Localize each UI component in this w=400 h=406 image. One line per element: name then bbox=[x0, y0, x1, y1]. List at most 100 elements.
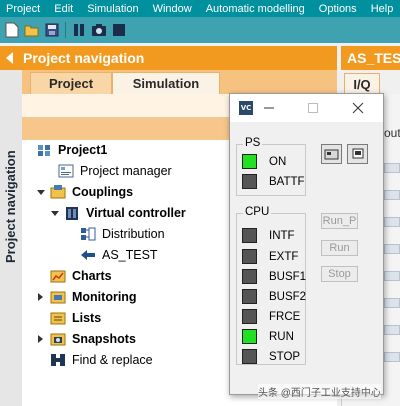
io-table-cell[interactable] bbox=[384, 163, 400, 173]
new-icon[interactable] bbox=[4, 22, 20, 38]
tree-item-as-test[interactable]: AS_TEST bbox=[80, 245, 158, 265]
menu-automatic-modelling[interactable]: Automatic modelling bbox=[199, 3, 312, 15]
toolbar-separator bbox=[65, 22, 66, 38]
virtual-controller-icon bbox=[64, 205, 80, 221]
led-label-stop: STOP bbox=[269, 351, 301, 363]
collapse-left-icon[interactable] bbox=[6, 52, 13, 64]
ps-group-label: PS bbox=[243, 137, 263, 149]
as-test-title: AS_TEST bbox=[347, 50, 400, 66]
tree-item-virtual-controller[interactable]: Virtual controller bbox=[50, 203, 186, 223]
tab-project[interactable]: Project bbox=[30, 72, 112, 94]
tree-item-project1[interactable]: Project1 bbox=[22, 140, 107, 160]
tree-item-monitoring[interactable]: Monitoring bbox=[36, 287, 137, 307]
project-manager-icon bbox=[58, 163, 74, 179]
tree-item-label: Distribution bbox=[102, 227, 165, 241]
led-label-busf1: BUSF1 bbox=[269, 271, 307, 283]
project-navigation-title: Project navigation bbox=[23, 50, 145, 66]
led-intf-indicator bbox=[242, 228, 257, 243]
side-tab-label: Project navigation bbox=[3, 150, 18, 263]
stop-icon[interactable] bbox=[111, 22, 127, 38]
expand-icon[interactable] bbox=[36, 182, 45, 202]
menu-project[interactable]: Project bbox=[0, 3, 47, 15]
led-label-on: ON bbox=[269, 156, 287, 168]
charts-icon bbox=[50, 268, 66, 284]
as-test-header: AS_TEST bbox=[341, 46, 400, 70]
led-label-intf: INTF bbox=[269, 230, 295, 242]
tree-item-label: Couplings bbox=[72, 185, 134, 199]
led-label-run: RUN bbox=[269, 331, 294, 343]
menu-bar: Project Edit Simulation Window Automatic… bbox=[0, 0, 400, 17]
menu-window[interactable]: Window bbox=[146, 3, 199, 15]
tree-item-snapshots[interactable]: Snapshots bbox=[36, 329, 136, 349]
run-button[interactable]: Run bbox=[321, 240, 358, 256]
monitoring-icon bbox=[50, 289, 66, 305]
tree-item-label: Find & replace bbox=[72, 353, 153, 367]
tab-simulation[interactable]: Simulation bbox=[112, 72, 220, 94]
tree-item-label: Monitoring bbox=[72, 290, 137, 304]
expand-icon[interactable] bbox=[36, 329, 45, 349]
tree-item-lists[interactable]: Lists bbox=[50, 308, 101, 328]
maximize-button[interactable] bbox=[304, 99, 322, 117]
expand-icon[interactable] bbox=[36, 287, 45, 307]
led-battf-indicator bbox=[242, 174, 257, 189]
stop-button[interactable]: Stop bbox=[321, 266, 358, 282]
cpu-group-label: CPU bbox=[243, 206, 272, 218]
io-table-cell[interactable] bbox=[384, 190, 400, 200]
find-replace-icon bbox=[50, 352, 66, 368]
expand-icon[interactable] bbox=[50, 203, 59, 223]
tree-item-label: Lists bbox=[72, 311, 102, 325]
tree-item-project-manager[interactable]: Project manager bbox=[58, 161, 172, 181]
led-extf-indicator bbox=[242, 249, 257, 264]
led-frce-indicator bbox=[242, 309, 257, 324]
led-label-busf2: BUSF2 bbox=[269, 291, 307, 303]
watermark: 头条 @西门子工业支持中心 bbox=[258, 384, 381, 399]
io-column-header: out bbox=[384, 126, 400, 140]
window-titlebar[interactable]: VC bbox=[230, 94, 383, 122]
io-table-cell[interactable] bbox=[384, 298, 400, 308]
project-navigation-tabs: Project Simulation bbox=[22, 70, 337, 94]
io-table-cell[interactable] bbox=[384, 271, 400, 281]
run-p-button[interactable]: Run_P bbox=[321, 213, 358, 229]
tree-item-charts[interactable]: Charts bbox=[50, 266, 112, 286]
tab-iq[interactable]: I/Q bbox=[344, 73, 380, 94]
led-label-battf: BATTF bbox=[269, 176, 305, 188]
arrow-left-icon bbox=[80, 247, 96, 263]
tree-item-label: AS_TEST bbox=[102, 248, 158, 262]
tree-item-label: Virtual controller bbox=[86, 206, 186, 220]
couplings-icon bbox=[50, 184, 66, 200]
tree-item-find-replace[interactable]: Find & replace bbox=[50, 350, 153, 370]
vc-app-icon: VC bbox=[239, 101, 253, 115]
tree-item-label: Project1 bbox=[58, 143, 108, 157]
side-tab[interactable]: Project navigation bbox=[0, 70, 23, 406]
open-icon[interactable] bbox=[24, 22, 40, 38]
tree-item-label: Project manager bbox=[80, 164, 172, 178]
memory-card-icon[interactable] bbox=[321, 144, 342, 164]
io-table-cell[interactable] bbox=[384, 217, 400, 227]
io-table-cell[interactable] bbox=[384, 325, 400, 335]
menu-simulation[interactable]: Simulation bbox=[80, 3, 145, 15]
io-table-cell[interactable] bbox=[384, 352, 400, 362]
pause-icon[interactable] bbox=[71, 22, 87, 38]
tree-item-label: Snapshots bbox=[72, 332, 136, 346]
led-busf2-indicator bbox=[242, 289, 257, 304]
menu-options[interactable]: Options bbox=[312, 3, 364, 15]
tree-item-distribution[interactable]: Distribution bbox=[80, 224, 165, 244]
close-button[interactable] bbox=[349, 99, 367, 117]
led-label-extf: EXTF bbox=[269, 251, 299, 263]
led-busf1-indicator bbox=[242, 269, 257, 284]
tree-item-couplings[interactable]: Couplings bbox=[36, 182, 133, 202]
save-icon[interactable] bbox=[44, 22, 60, 38]
snapshots-icon bbox=[50, 331, 66, 347]
snapshot-icon[interactable] bbox=[91, 22, 107, 38]
io-table-cell[interactable] bbox=[384, 244, 400, 254]
menu-help[interactable]: Help bbox=[364, 3, 400, 15]
virtual-controller-window: VC PS ON BATTF CPU INTF EXTF BUSF1 BUSF2… bbox=[229, 93, 384, 395]
toolbar bbox=[0, 17, 400, 43]
minimize-button[interactable] bbox=[260, 99, 278, 117]
led-on-indicator bbox=[242, 154, 257, 169]
distribution-icon bbox=[80, 226, 96, 242]
project-icon bbox=[36, 142, 52, 158]
menu-edit[interactable]: Edit bbox=[47, 3, 80, 15]
led-run-indicator bbox=[242, 329, 257, 344]
display-icon[interactable] bbox=[347, 144, 368, 164]
